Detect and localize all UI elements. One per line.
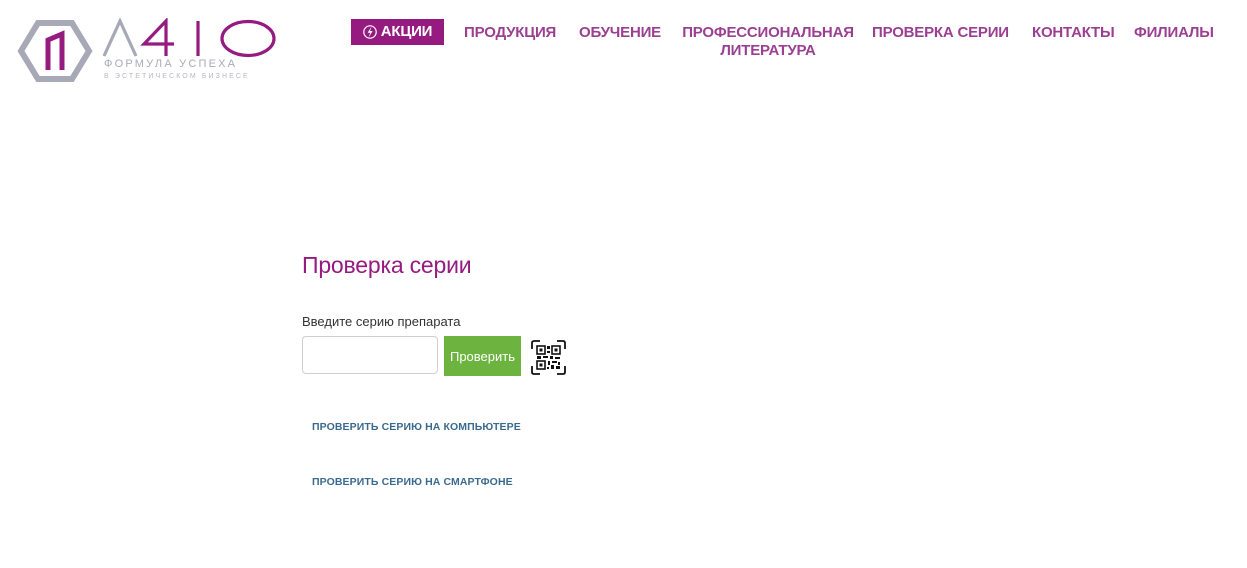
series-input-label: Введите серию препарата bbox=[302, 314, 461, 329]
nav-item-products[interactable]: ПРОДУКЦИЯ bbox=[464, 24, 556, 42]
page-title: Проверка серии bbox=[302, 252, 472, 278]
check-on-computer-link[interactable]: ПРОВЕРИТЬ СЕРИЮ НА КОМПЬЮТЕРЕ bbox=[312, 421, 521, 433]
nav-item-promo[interactable]: АКЦИИ bbox=[351, 19, 444, 45]
nav-item-series-check[interactable]: ПРОВЕРКА СЕРИИ bbox=[872, 24, 1009, 42]
logo-tagline: ФОРМУЛА УСПЕХА bbox=[104, 58, 238, 70]
qr-code-icon[interactable] bbox=[531, 340, 566, 375]
nav-item-contacts[interactable]: КОНТАКТЫ bbox=[1032, 24, 1115, 42]
logo-hexagon-icon bbox=[17, 20, 93, 82]
nav-item-literature[interactable]: ПРОФЕССИОНАЛЬНАЯ ЛИТЕРАТУРА bbox=[680, 24, 856, 60]
logo-subtagline: В ЭСТЕТИЧЕСКОМ БИЗНЕСЕ bbox=[104, 73, 250, 80]
nav-item-branches[interactable]: ФИЛИАЛЫ bbox=[1134, 24, 1214, 42]
logo-wordmark bbox=[102, 18, 276, 58]
series-input[interactable] bbox=[302, 336, 438, 374]
nav-item-training[interactable]: ОБУЧЕНИЕ bbox=[579, 24, 661, 42]
main-navigation: АКЦИИ ПРОДУКЦИЯ ОБУЧЕНИЕ ПРОФЕССИОНАЛЬНА… bbox=[351, 19, 1247, 69]
check-on-smartphone-link[interactable]: ПРОВЕРИТЬ СЕРИЮ НА СМАРТФОНЕ bbox=[312, 476, 513, 488]
lightning-icon bbox=[362, 25, 377, 39]
site-logo[interactable]: ФОРМУЛА УСПЕХА В ЭСТЕТИЧЕСКОМ БИЗНЕСЕ bbox=[16, 18, 286, 84]
check-button[interactable]: Проверить bbox=[444, 336, 521, 376]
nav-promo-label: АКЦИИ bbox=[380, 23, 433, 40]
